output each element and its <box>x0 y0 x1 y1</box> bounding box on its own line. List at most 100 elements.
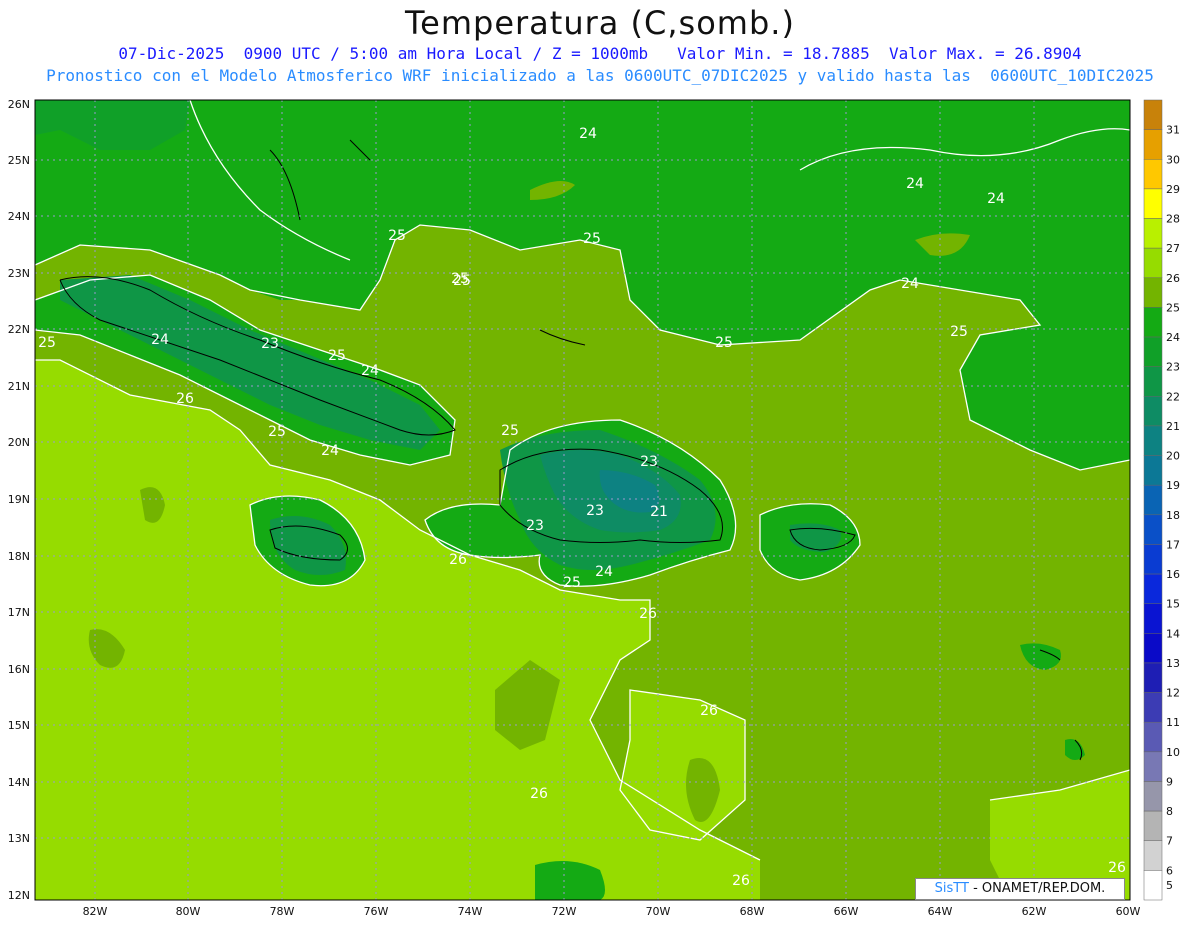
contour-label: 26 <box>700 703 718 719</box>
colorbar-label: 29 <box>1166 183 1180 196</box>
contour-label: 25 <box>268 424 286 440</box>
contour-label: 24 <box>579 126 597 142</box>
colorbar-swatch <box>1143 781 1163 812</box>
colorbar-swatch <box>1143 99 1163 130</box>
contour-label: 25 <box>451 271 469 287</box>
colorbar-swatch <box>1143 247 1163 279</box>
sistt-logo: SisTT <box>934 881 969 896</box>
contour-label: 25 <box>38 335 56 351</box>
contour-label: 24 <box>361 363 379 379</box>
contour-label: 24 <box>321 443 339 459</box>
lat-label: 26N <box>8 98 30 111</box>
colorbar-label: 16 <box>1166 568 1180 581</box>
colorbar-swatch <box>1143 751 1163 782</box>
contour-label: 25 <box>583 231 601 247</box>
lat-label: 22N <box>8 323 30 336</box>
lat-label: 18N <box>8 550 30 563</box>
lat-label: 17N <box>8 606 30 619</box>
credit-text: - ONAMET/REP.DOM. <box>973 881 1106 896</box>
colorbar-swatch <box>1143 159 1163 190</box>
colorbar-swatch <box>1143 840 1163 871</box>
colorbar-swatch <box>1143 188 1163 219</box>
colorbar-swatch <box>1143 603 1163 634</box>
lon-label: 78W <box>270 905 295 918</box>
colorbar-label: 30 <box>1166 153 1180 166</box>
colorbar-swatch <box>1143 692 1163 723</box>
colorbar-label: 8 <box>1166 805 1173 818</box>
colorbar-swatch <box>1143 396 1163 427</box>
lat-label: 14N <box>8 776 30 789</box>
lat-label: 19N <box>8 493 30 506</box>
contour-label: 26 <box>530 786 548 802</box>
contour-label: 26 <box>1108 860 1126 876</box>
colorbar-swatch <box>1143 870 1163 901</box>
lon-label: 80W <box>176 905 201 918</box>
contour-label: 23 <box>586 503 604 519</box>
colorbar-label: 11 <box>1166 716 1180 729</box>
contour-label: 25 <box>950 324 968 340</box>
colorbar-label: 24 <box>1166 331 1180 344</box>
colorbar-label: 18 <box>1166 509 1180 522</box>
colorbar-swatch <box>1143 455 1163 486</box>
lon-label: 70W <box>646 905 671 918</box>
lon-label: 82W <box>83 905 108 918</box>
colorbar-swatch <box>1143 544 1163 575</box>
lon-axis: 82W 80W 78W 76W 74W 72W 70W 68W 66W 64W … <box>83 905 1141 918</box>
contour-label: 24 <box>906 176 924 192</box>
colorbar-swatch <box>1143 633 1163 664</box>
colorbar-label: 14 <box>1166 627 1180 640</box>
contour-label: 23 <box>526 518 544 534</box>
colorbar-swatch <box>1143 129 1163 160</box>
colorbar-swatch <box>1143 514 1163 545</box>
colorbar-label: 20 <box>1166 450 1180 463</box>
contour-label: 23 <box>261 336 279 352</box>
contour-label: 26 <box>732 873 750 889</box>
contour-label: 25 <box>715 335 733 351</box>
colorbar-label: 12 <box>1166 687 1180 700</box>
colorbar-label: 19 <box>1166 479 1180 492</box>
colorbar: 31 30 29 28 27 26 25 24 23 22 21 20 19 18 17 16 15 14 13 12… <box>1143 99 1180 901</box>
lat-label: 24N <box>8 210 30 223</box>
colorbar-label: 25 <box>1166 301 1180 314</box>
contour-label: 23 <box>640 454 658 470</box>
colorbar-label: 27 <box>1166 242 1180 255</box>
colorbar-label: 22 <box>1166 390 1180 403</box>
contour-label: 24 <box>151 332 169 348</box>
colorbar-swatch <box>1143 484 1163 516</box>
colorbar-swatch <box>1143 307 1163 338</box>
contour-label: 25 <box>501 423 519 439</box>
colorbar-label: 26 <box>1166 272 1180 285</box>
colorbar-swatch <box>1143 573 1163 604</box>
colorbar-label: 21 <box>1166 420 1180 433</box>
lon-label: 74W <box>458 905 483 918</box>
colorbar-label: 31 <box>1166 124 1180 137</box>
lat-label: 23N <box>8 267 30 280</box>
lat-label: 20N <box>8 436 30 449</box>
lat-label: 21N <box>8 380 30 393</box>
contour-label: 25 <box>563 575 581 591</box>
contour-label: 24 <box>595 564 613 580</box>
colorbar-swatch <box>1143 810 1163 841</box>
colorbar-swatch <box>1143 366 1163 397</box>
contour-label: 25 <box>388 228 406 244</box>
colorbar-label: 6 <box>1166 864 1173 877</box>
colorbar-label: 15 <box>1166 598 1180 611</box>
colorbar-label: 23 <box>1166 361 1180 374</box>
colorbar-swatch <box>1143 336 1163 367</box>
colorbar-label: 9 <box>1166 775 1173 788</box>
lon-label: 72W <box>552 905 577 918</box>
lat-label: 12N <box>8 889 30 902</box>
lon-label: 66W <box>834 905 859 918</box>
contour-label: 26 <box>176 391 194 407</box>
colorbar-label: 28 <box>1166 213 1180 226</box>
contour-label: 25 <box>328 348 346 364</box>
contour-label: 26 <box>449 552 467 568</box>
lat-label: 15N <box>8 719 30 732</box>
map-fields <box>35 100 1130 900</box>
credit-box: SisTT - ONAMET/REP.DOM. <box>915 878 1125 900</box>
colorbar-label: 5 <box>1166 879 1173 892</box>
lat-label: 13N <box>8 832 30 845</box>
colorbar-swatch <box>1143 425 1163 456</box>
colorbar-label: 17 <box>1166 538 1180 551</box>
colorbar-swatch <box>1143 218 1163 249</box>
